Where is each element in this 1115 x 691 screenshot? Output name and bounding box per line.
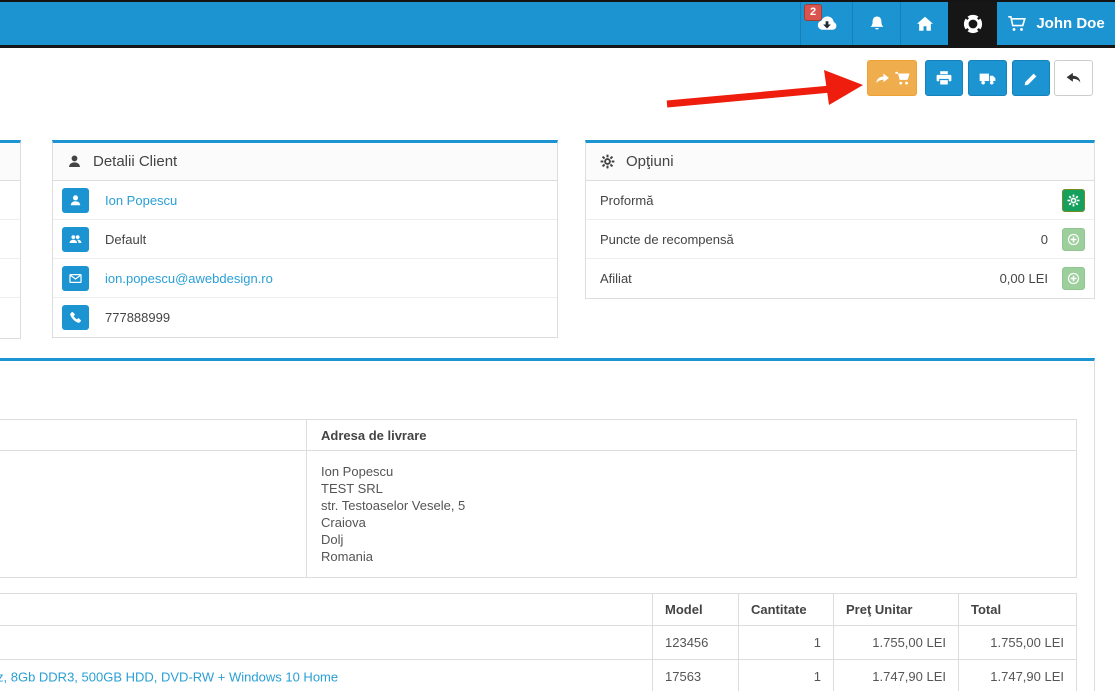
plus-circle-icon xyxy=(1067,272,1080,285)
customer-phone-value: 777888999 xyxy=(105,310,170,325)
annotation-arrow xyxy=(645,60,875,112)
proforma-row: Proformă xyxy=(586,181,1094,220)
product-unit-price: 1.747,90 LEI xyxy=(834,660,959,691)
add-reward-points-button[interactable] xyxy=(1062,228,1085,251)
affiliate-value: 0,00 LEI xyxy=(1000,271,1048,286)
user-menu[interactable]: John Doe xyxy=(997,2,1115,45)
plus-circle-icon xyxy=(1067,233,1080,246)
options-panel-title: Opţiuni xyxy=(626,153,674,170)
address-line: Ion Popescu xyxy=(321,463,1062,480)
reward-points-row: Puncte de recompensă 0 xyxy=(586,220,1094,259)
customer-group-row: Default xyxy=(53,220,557,259)
panel-row xyxy=(0,259,20,298)
gear-icon xyxy=(1067,194,1080,207)
truck-icon xyxy=(979,70,996,87)
panel-row xyxy=(0,298,20,337)
unit-price-header: Preţ Unitar xyxy=(834,594,959,626)
options-panel: Opţiuni Proformă Puncte de recompensă 0 … xyxy=(585,140,1095,299)
pencil-icon xyxy=(1024,71,1039,86)
support-button[interactable] xyxy=(948,2,997,45)
topbar: 2 John Doe xyxy=(0,0,1115,45)
product-name-cell: z, 8Gb DDR3, 500GB HDD, DVD-RW + Windows… xyxy=(0,660,653,691)
share-icon xyxy=(875,71,890,86)
address-line: Romania xyxy=(321,548,1062,565)
billing-address-header-clipped xyxy=(0,420,307,451)
order-details-panel-clipped xyxy=(0,140,21,339)
gear-icon xyxy=(600,154,615,169)
proforma-label: Proformă xyxy=(600,193,1062,208)
products-header-row: Model Cantitate Preţ Unitar Total xyxy=(0,594,1077,626)
total-header: Total xyxy=(959,594,1077,626)
reply-icon xyxy=(1065,70,1082,87)
bell-icon xyxy=(868,15,886,33)
generate-proforma-button[interactable] xyxy=(1062,189,1085,212)
product-quantity: 1 xyxy=(739,660,834,691)
customer-panel-header: Detalii Client xyxy=(53,143,557,181)
panel-row xyxy=(0,181,20,220)
customer-panel-title: Detalii Client xyxy=(93,153,177,170)
add-affiliate-commission-button[interactable] xyxy=(1062,267,1085,290)
notification-count-badge: 2 xyxy=(804,4,822,21)
user-icon-badge xyxy=(62,188,89,213)
address-line: TEST SRL xyxy=(321,480,1062,497)
alerts-button[interactable] xyxy=(852,2,900,45)
affiliate-label: Afiliat xyxy=(600,271,1000,286)
panel-row xyxy=(0,220,20,259)
customer-name-link[interactable]: Ion Popescu xyxy=(105,193,177,208)
print-invoice-button[interactable] xyxy=(925,60,963,96)
product-model: 123456 xyxy=(653,626,739,660)
options-panel-header: Opţiuni xyxy=(586,143,1094,181)
product-name-cell xyxy=(0,626,653,660)
model-header: Model xyxy=(653,594,739,626)
backup-menu-button[interactable]: 2 xyxy=(800,2,852,45)
order-view-screen: 2 John Doe xyxy=(0,0,1115,691)
edit-order-button[interactable] xyxy=(1012,60,1050,96)
reward-points-label: Puncte de recompensă xyxy=(600,232,1041,247)
cart-icon xyxy=(895,71,910,86)
product-model: 17563 xyxy=(653,660,739,691)
customer-group-icon-badge xyxy=(62,227,89,252)
product-row: z, 8Gb DDR3, 500GB HDD, DVD-RW + Windows… xyxy=(0,660,1077,691)
affiliate-row: Afiliat 0,00 LEI xyxy=(586,259,1094,298)
customer-email-link[interactable]: ion.popescu@awebdesign.ro xyxy=(105,271,273,286)
product-total: 1.747,90 LEI xyxy=(959,660,1077,691)
product-name-header-clipped xyxy=(0,594,653,626)
shipping-address-header: Adresa de livrare xyxy=(307,420,1077,451)
shipping-address-cell: Ion Popescu TEST SRL str. Testoaselor Ve… xyxy=(307,451,1077,578)
customer-email-row: ion.popescu@awebdesign.ro xyxy=(53,259,557,298)
customer-name-row: Ion Popescu xyxy=(53,181,557,220)
print-shipping-list-button[interactable] xyxy=(968,60,1007,96)
product-name-link[interactable]: z, 8Gb DDR3, 500GB HDD, DVD-RW + Windows… xyxy=(0,669,338,684)
home-button[interactable] xyxy=(900,2,948,45)
envelope-icon-badge xyxy=(62,266,89,291)
user-name: John Doe xyxy=(1036,15,1104,32)
home-icon xyxy=(916,15,934,33)
product-quantity: 1 xyxy=(739,626,834,660)
reward-points-value: 0 xyxy=(1041,232,1048,247)
life-ring-icon xyxy=(962,13,984,35)
product-total: 1.755,00 LEI xyxy=(959,626,1077,660)
copy-order-to-cart-button[interactable] xyxy=(867,60,917,96)
address-line: Craiova xyxy=(321,514,1062,531)
user-icon xyxy=(67,154,82,169)
billing-address-cell-clipped xyxy=(0,451,307,578)
address-table: Adresa de livrare Ion Popescu TEST SRL s… xyxy=(0,419,1077,578)
customer-phone-row: 777888999 xyxy=(53,298,557,337)
products-table: Model Cantitate Preţ Unitar Total 123456… xyxy=(0,593,1077,691)
address-line: Dolj xyxy=(321,531,1062,548)
product-unit-price: 1.755,00 LEI xyxy=(834,626,959,660)
topbar-divider xyxy=(0,45,1115,48)
quantity-header: Cantitate xyxy=(739,594,834,626)
product-row: 123456 1 1.755,00 LEI 1.755,00 LEI xyxy=(0,626,1077,660)
customer-details-panel: Detalii Client Ion Popescu Default ion.p… xyxy=(52,140,558,338)
address-line: str. Testoaselor Vesele, 5 xyxy=(321,497,1062,514)
cart-icon xyxy=(1007,14,1027,34)
panel-header xyxy=(0,143,20,181)
order-info-panel: Adresa de livrare Ion Popescu TEST SRL s… xyxy=(0,358,1095,691)
customer-group-value: Default xyxy=(105,232,146,247)
back-button[interactable] xyxy=(1054,60,1093,96)
printer-icon xyxy=(936,70,952,86)
phone-icon-badge xyxy=(62,305,89,330)
